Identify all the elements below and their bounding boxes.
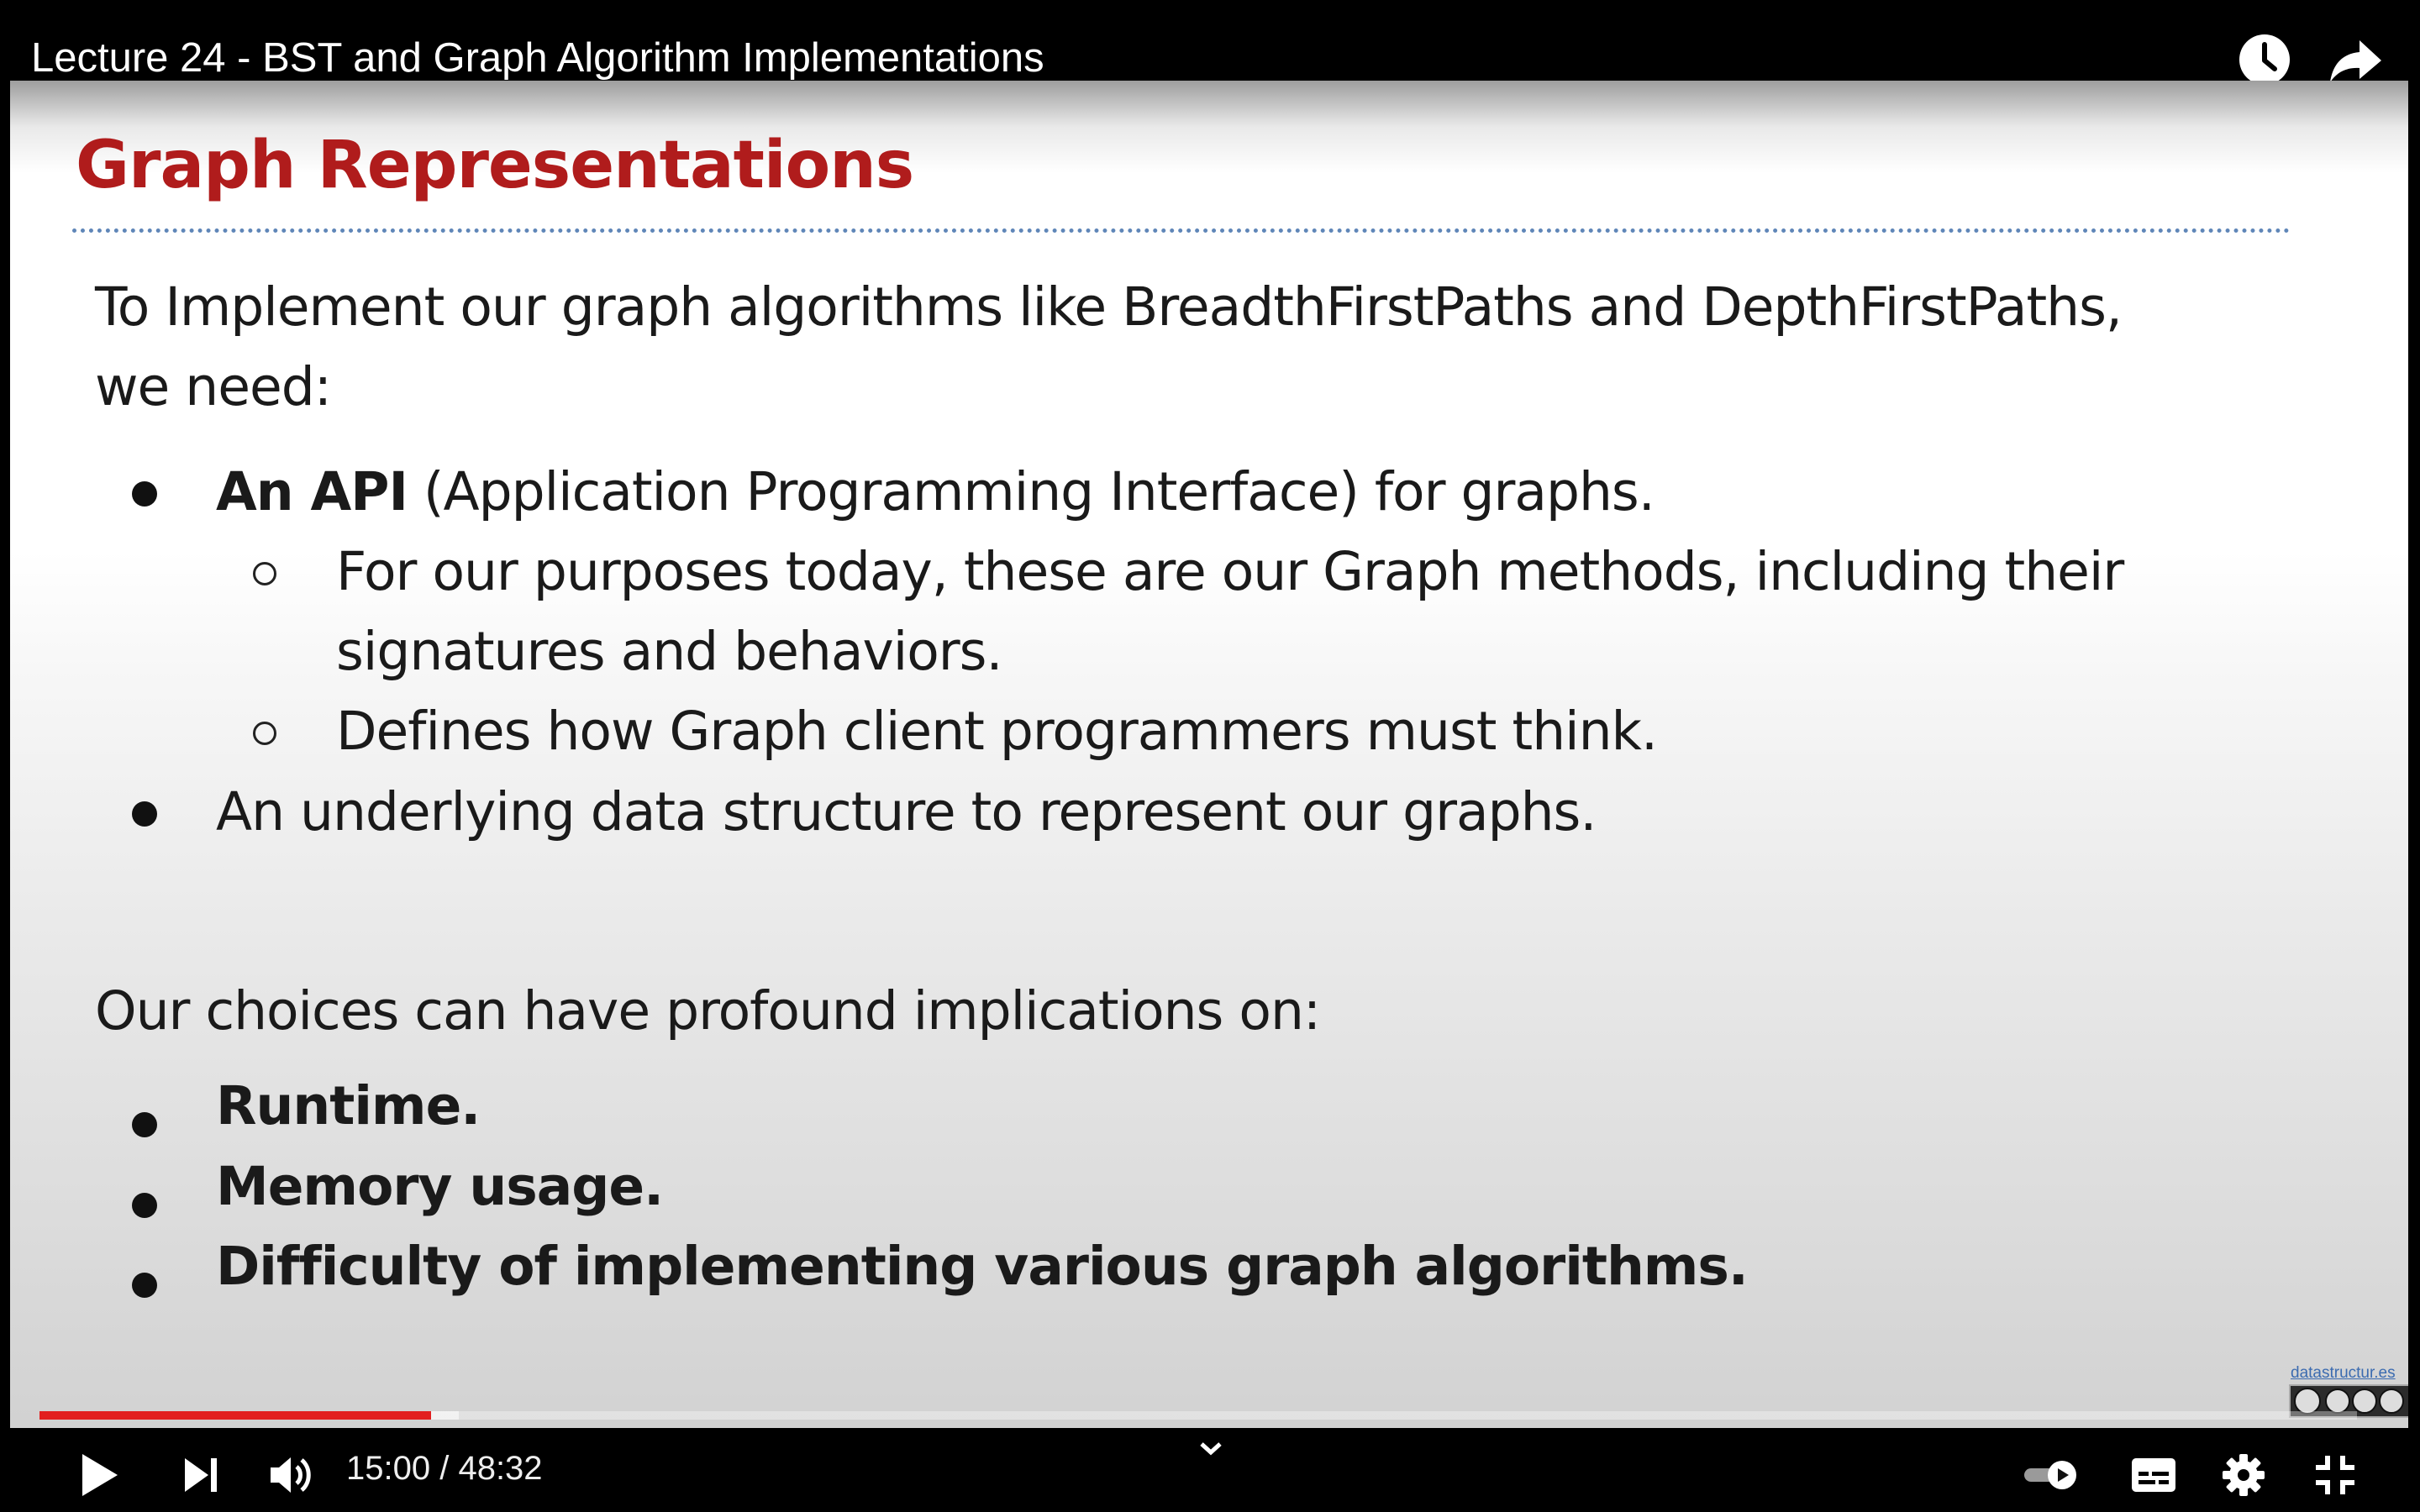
license-link[interactable]: datastructur.es — [2291, 1364, 2396, 1383]
captions-icon[interactable] — [2131, 1441, 2176, 1509]
bullet-api: An API (Application Programming Interfac… — [216, 460, 1655, 524]
choices-intro: Our choices can have profound implicatio… — [95, 980, 1321, 1042]
duration: 48:32 — [458, 1450, 543, 1487]
sub-bullet-marker — [253, 562, 276, 585]
bullet-marker — [132, 481, 157, 507]
lecture-slide: Graph Representations To Implement our g… — [10, 81, 2408, 1428]
gear-icon[interactable] — [2219, 1441, 2268, 1509]
time-display: 15:00 / 48:32 — [346, 1445, 543, 1492]
sub-bullet-marker — [253, 722, 276, 745]
bullet-data-structure: An underlying data structure to represen… — [216, 781, 1597, 843]
intro-line-2: we need: — [95, 356, 332, 417]
title-divider — [72, 228, 2291, 233]
exit-fullscreen-icon[interactable] — [2313, 1441, 2357, 1509]
sub-bullet-methods-line-2: signatures and behaviors. — [336, 621, 1003, 682]
choice-runtime: Runtime. — [216, 1075, 481, 1137]
progress-bar[interactable] — [39, 1411, 2357, 1420]
time-separator: / — [430, 1450, 459, 1487]
bullet-marker — [132, 1273, 157, 1298]
sub-bullet-client: Defines how Graph client programmers mus… — [336, 701, 1658, 762]
volume-icon[interactable] — [266, 1441, 316, 1509]
current-time: 15:00 — [346, 1450, 431, 1487]
video-title[interactable]: Lecture 24 - BST and Graph Algorithm Imp… — [31, 32, 1044, 84]
choice-difficulty: Difficulty of implementing various graph… — [216, 1236, 1749, 1297]
sub-bullet-methods-line-1: For our purposes today, these are our Gr… — [336, 541, 2124, 602]
player-controls: 15:00 / 48:32 — [0, 1431, 2420, 1512]
bullet-marker — [132, 1193, 157, 1218]
bullet-api-bold: An API — [216, 461, 408, 522]
play-icon[interactable] — [74, 1441, 124, 1509]
bullet-marker — [132, 801, 157, 827]
chevron-down-icon[interactable] — [1197, 1431, 1225, 1465]
progress-played — [39, 1411, 432, 1420]
bullet-api-rest: (Application Programming Interface) for … — [407, 461, 1655, 522]
next-icon[interactable] — [180, 1441, 222, 1509]
choice-memory: Memory usage. — [216, 1156, 664, 1217]
autoplay-toggle-icon[interactable] — [2020, 1441, 2082, 1509]
bullet-marker — [132, 1112, 157, 1137]
video-top-bar: Lecture 24 - BST and Graph Algorithm Imp… — [0, 0, 2420, 85]
slide-title: Graph Representations — [76, 128, 914, 203]
intro-line-1: To Implement our graph algorithms like B… — [95, 276, 2123, 338]
